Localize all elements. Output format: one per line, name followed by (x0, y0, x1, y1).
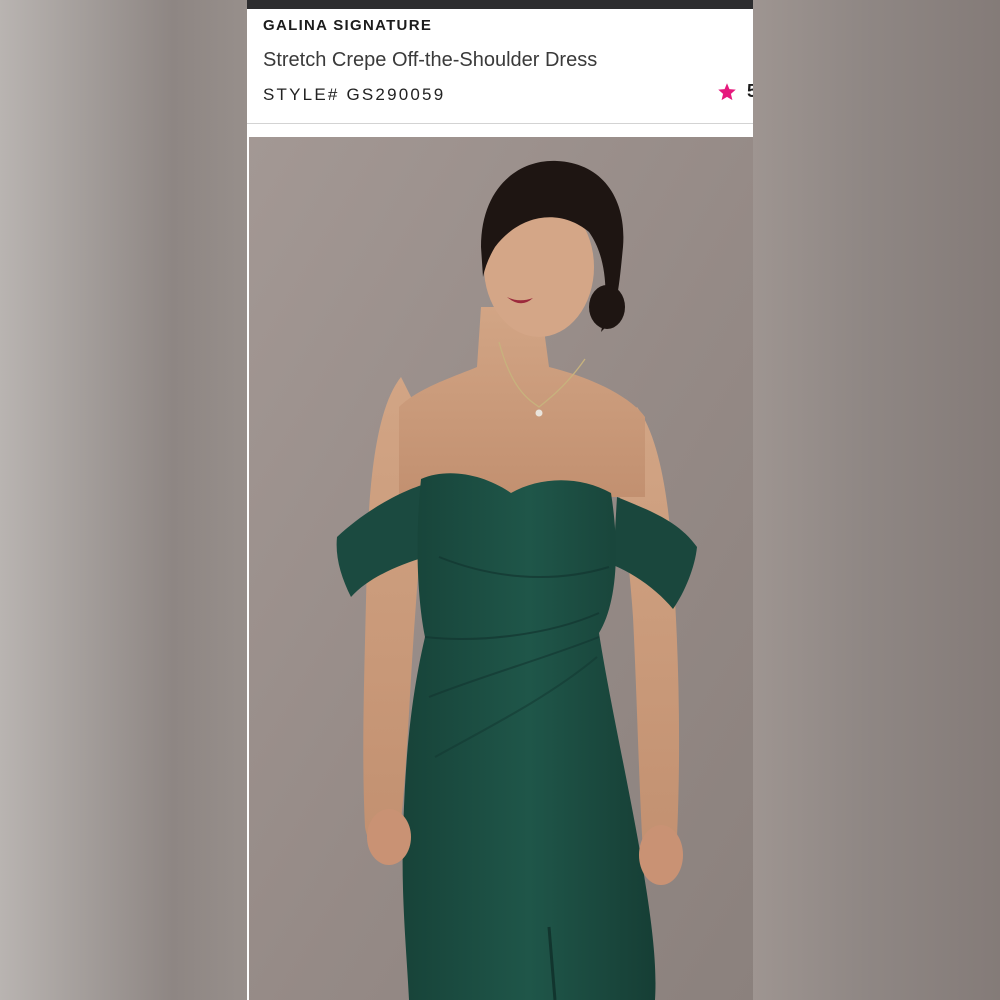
style-label: STYLE# (263, 85, 340, 104)
star-icon (718, 82, 736, 100)
rating-value: 5 (747, 81, 753, 101)
blurred-background-left (0, 0, 247, 1000)
product-title: Stretch Crepe Off-the-Shoulder Dress (263, 49, 598, 71)
rating[interactable]: 5 (717, 81, 753, 102)
blurred-background-right (753, 0, 1000, 1000)
header-gap (247, 124, 753, 137)
style-number: GS290059 (346, 85, 446, 104)
screenshot-frame: GALINA SIGNATURE Stretch Crepe Off-the-S… (0, 0, 1000, 1000)
top-bar (247, 0, 753, 9)
product-photo-illustration (249, 137, 753, 1000)
product-header: GALINA SIGNATURE Stretch Crepe Off-the-S… (247, 9, 753, 123)
product-screen: GALINA SIGNATURE Stretch Crepe Off-the-S… (247, 0, 753, 1000)
brand-name[interactable]: GALINA SIGNATURE (263, 17, 432, 34)
product-photo[interactable] (249, 137, 753, 1000)
style-number-line: STYLE# GS290059 (263, 85, 445, 105)
